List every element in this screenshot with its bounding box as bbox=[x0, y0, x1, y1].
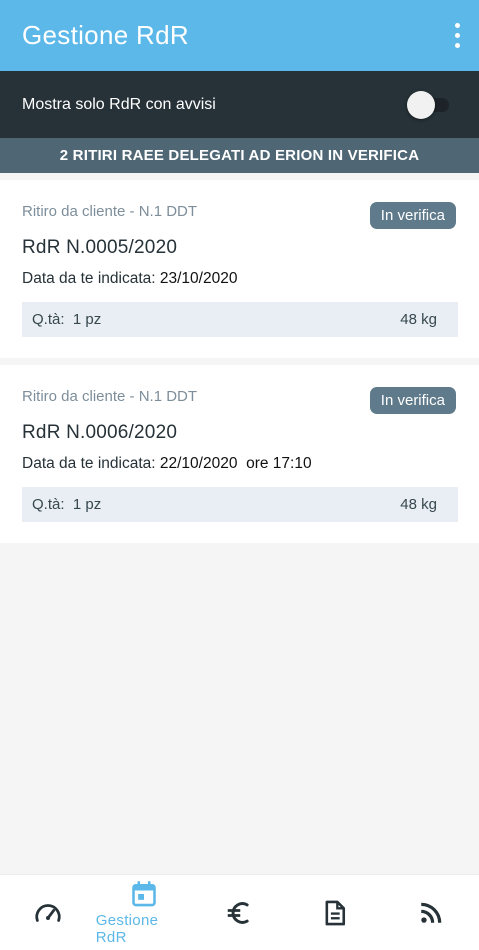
quantity-value: 1 pz bbox=[72, 311, 102, 328]
status-badge: In verifica bbox=[369, 387, 456, 414]
date-label: Data da te indicata: bbox=[22, 270, 156, 287]
nav-documents[interactable] bbox=[287, 875, 383, 950]
app-title: Gestione RdR bbox=[22, 20, 189, 50]
date-value: 23/10/2020 bbox=[159, 270, 238, 287]
document-icon bbox=[325, 900, 346, 925]
date-value: 22/10/2020 bbox=[159, 455, 238, 472]
filter-row: Mostra solo RdR con avvisi bbox=[0, 71, 479, 138]
weight-value: 48 kg bbox=[400, 496, 437, 513]
speedometer-icon bbox=[35, 903, 61, 922]
quantity-label: Q.tà: bbox=[32, 311, 65, 328]
rdr-number: RdR N.0005/2020 bbox=[22, 237, 178, 258]
calendar-icon bbox=[131, 880, 156, 906]
quantity-label: Q.tà: bbox=[32, 496, 65, 513]
more-vert-icon[interactable] bbox=[445, 16, 469, 56]
rss-feed-icon bbox=[421, 902, 442, 923]
weight-value: 48 kg bbox=[400, 311, 437, 328]
quantity-box: Q.tà: 1 pz 48 kg bbox=[22, 302, 458, 337]
card-subtitle: Ritiro da cliente - N.1 DDT bbox=[22, 203, 198, 220]
requested-date: Data da te indicata: 23/10/2020 bbox=[22, 270, 237, 288]
nav-dashboard[interactable] bbox=[0, 875, 96, 950]
time-value: ore 17:10 bbox=[246, 455, 312, 472]
rdr-card[interactable]: Ritiro da cliente - N.1 DDT In verifica … bbox=[0, 180, 479, 358]
card-subtitle: Ritiro da cliente - N.1 DDT bbox=[22, 388, 198, 405]
quantity: Q.tà: 1 pz bbox=[32, 496, 101, 513]
euro-icon bbox=[228, 901, 250, 924]
requested-date: Data da te indicata: 22/10/2020 ore 17:1… bbox=[22, 455, 312, 473]
nav-label: Gestione RdR bbox=[95, 911, 159, 946]
nav-euro[interactable] bbox=[192, 875, 288, 950]
quantity-value: 1 pz bbox=[72, 496, 102, 513]
status-badge: In verifica bbox=[369, 202, 456, 229]
date-label: Data da te indicata: bbox=[22, 455, 156, 472]
rdr-card[interactable]: Ritiro da cliente - N.1 DDT In verifica … bbox=[0, 365, 479, 543]
alerts-only-toggle[interactable] bbox=[407, 90, 451, 120]
quantity: Q.tà: 1 pz bbox=[32, 311, 101, 328]
nav-gestione-rdr[interactable]: Gestione RdR bbox=[96, 875, 192, 950]
rdr-number: RdR N.0006/2020 bbox=[22, 422, 178, 443]
app-bar: Gestione RdR bbox=[0, 0, 479, 71]
filter-label: Mostra solo RdR con avvisi bbox=[22, 95, 216, 113]
quantity-box: Q.tà: 1 pz 48 kg bbox=[22, 487, 458, 522]
nav-feed[interactable] bbox=[383, 875, 479, 950]
verification-banner: 2 RITIRI RAEE DELEGATI AD ERION IN VERIF… bbox=[0, 138, 479, 173]
bottom-navigation: Gestione RdR bbox=[0, 874, 479, 950]
